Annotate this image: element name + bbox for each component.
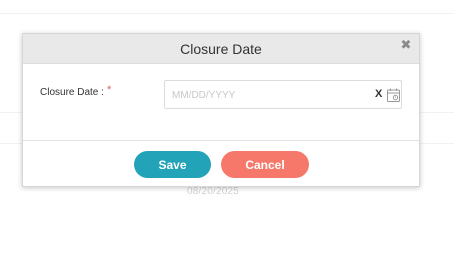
footer-divider: [23, 140, 419, 141]
calendar-icon[interactable]: [387, 88, 400, 102]
dialog-header: Closure Date ✖: [23, 34, 419, 64]
close-icon[interactable]: ✖: [399, 38, 413, 52]
background-row-divider: [0, 13, 454, 14]
background-row-date: 08/20/2025: [187, 186, 240, 197]
dialog-title: Closure Date: [180, 41, 262, 57]
save-button[interactable]: Save: [134, 151, 211, 178]
closure-date-label: Closure Date :: [40, 87, 104, 98]
closure-date-field: X: [164, 80, 402, 109]
required-marker: *: [107, 84, 112, 96]
closure-date-input[interactable]: [172, 87, 362, 103]
clear-date-button[interactable]: X: [375, 88, 382, 100]
cancel-button[interactable]: Cancel: [221, 151, 309, 178]
closure-date-dialog: Closure Date ✖ Closure Date : * X Save C…: [22, 33, 420, 187]
